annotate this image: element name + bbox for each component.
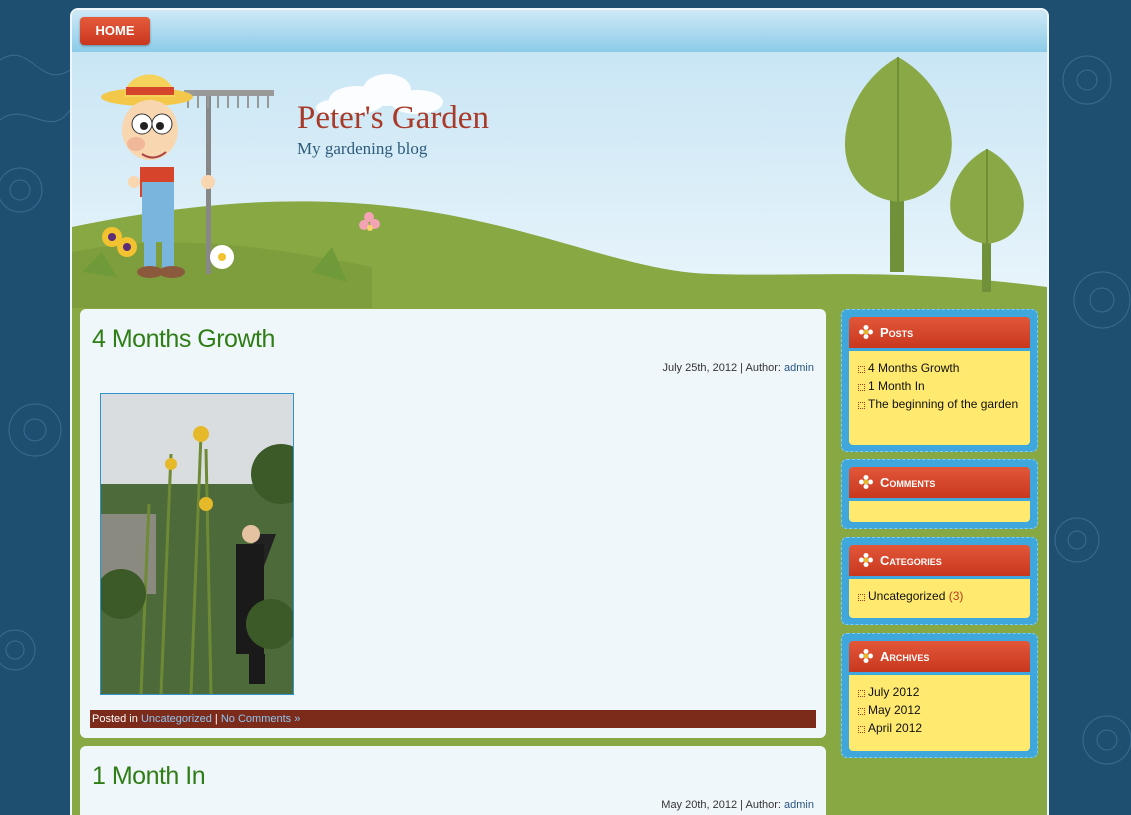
category-item[interactable]: Uncategorized (3): [858, 587, 1030, 605]
archive-label: April 2012: [868, 721, 923, 735]
archive-link[interactable]: April 2012: [858, 719, 1030, 737]
site-header: Peter's Garden My gardening blog: [72, 52, 1047, 308]
tree-large-icon: [844, 57, 952, 272]
post-title[interactable]: 1 Month In: [92, 762, 206, 791]
widget-header: Posts: [849, 317, 1030, 348]
comments-link[interactable]: No Comments »: [221, 713, 300, 725]
post-meta: May 20th, 2012 | Author: admin: [661, 799, 814, 811]
sidebar-widget-archives: Archives July 2012 May 2012 April 2012: [841, 633, 1038, 758]
sidebar-post-link[interactable]: 1 Month In: [858, 377, 1030, 395]
widget-title: Categories: [880, 553, 942, 568]
post-date: July 25th, 2012: [662, 362, 738, 374]
header-landscape-illustration: [72, 57, 1047, 308]
sidebar-post-link[interactable]: The beginning of the garden: [858, 395, 1030, 413]
site-title[interactable]: Peter's Garden: [297, 100, 489, 137]
sidebar-post-link[interactable]: 4 Months Growth: [858, 359, 1030, 377]
background-pattern-right: [1054, 55, 1131, 765]
author-link[interactable]: admin: [784, 799, 814, 811]
daisy-icon: [859, 325, 873, 339]
archive-label: July 2012: [868, 685, 920, 699]
widget-title: Comments: [880, 475, 936, 490]
archive-link[interactable]: July 2012: [858, 683, 1030, 701]
archive-link[interactable]: May 2012: [858, 701, 1030, 719]
sidebar-post-label: 1 Month In: [868, 379, 925, 393]
bullet-icon: [858, 384, 865, 391]
background-pattern-left: [0, 54, 70, 671]
widget-body: 4 Months Growth 1 Month In The beginning…: [849, 351, 1030, 445]
sidebar-post-label: The beginning of the garden: [868, 397, 1019, 411]
post-date: May 20th, 2012: [661, 799, 738, 811]
sidebar-widget-posts: Posts 4 Months Growth 1 Month In The beg…: [841, 309, 1038, 452]
post-article: 1 Month In May 20th, 2012 | Author: admi…: [80, 746, 826, 815]
post-article: 4 Months Growth July 25th, 2012 | Author…: [80, 309, 826, 738]
widget-title: Posts: [880, 325, 914, 340]
bullet-icon: [858, 366, 865, 373]
archive-label: May 2012: [868, 703, 921, 717]
category-count: (3): [948, 589, 964, 603]
home-nav-button[interactable]: HOME: [80, 17, 150, 45]
daisy-icon: [859, 475, 873, 489]
page-container: HOME Peter's Garden My gardening blog 4 …: [70, 8, 1049, 815]
sidebar-widget-categories: Categories Uncategorized (3): [841, 537, 1038, 625]
widget-header: Archives: [849, 641, 1030, 672]
widget-title: Archives: [880, 649, 930, 664]
widget-body: July 2012 May 2012 April 2012: [849, 675, 1030, 751]
author-link[interactable]: admin: [784, 362, 814, 374]
widget-body: Uncategorized (3): [849, 579, 1030, 618]
author-label: Author:: [745, 799, 781, 811]
post-footer: Posted in Uncategorized | No Comments »: [90, 710, 816, 728]
post-meta: July 25th, 2012 | Author: admin: [662, 362, 815, 374]
top-nav-bar: HOME: [72, 10, 1047, 52]
posted-in-label: Posted in: [92, 713, 138, 725]
widget-header: Comments: [849, 467, 1030, 498]
sidebar-widget-comments: Comments: [841, 459, 1038, 529]
sidebar-post-label: 4 Months Growth: [868, 361, 960, 375]
daisy-icon: [859, 553, 873, 567]
widget-body: [849, 501, 1030, 522]
site-description: My gardening blog: [297, 139, 428, 158]
bullet-icon: [858, 402, 865, 409]
category-link[interactable]: Uncategorized: [141, 713, 212, 725]
category-name: Uncategorized: [868, 589, 946, 603]
sunflower-garden-photo: [101, 394, 293, 694]
daisy-icon: [859, 649, 873, 663]
bullet-icon: [858, 726, 865, 733]
post-title[interactable]: 4 Months Growth: [92, 325, 275, 354]
bullet-icon: [858, 594, 865, 601]
bullet-icon: [858, 708, 865, 715]
bullet-icon: [858, 690, 865, 697]
widget-header: Categories: [849, 545, 1030, 576]
post-image[interactable]: [100, 393, 294, 695]
author-label: Author:: [745, 362, 781, 374]
tree-small-icon: [950, 149, 1024, 292]
